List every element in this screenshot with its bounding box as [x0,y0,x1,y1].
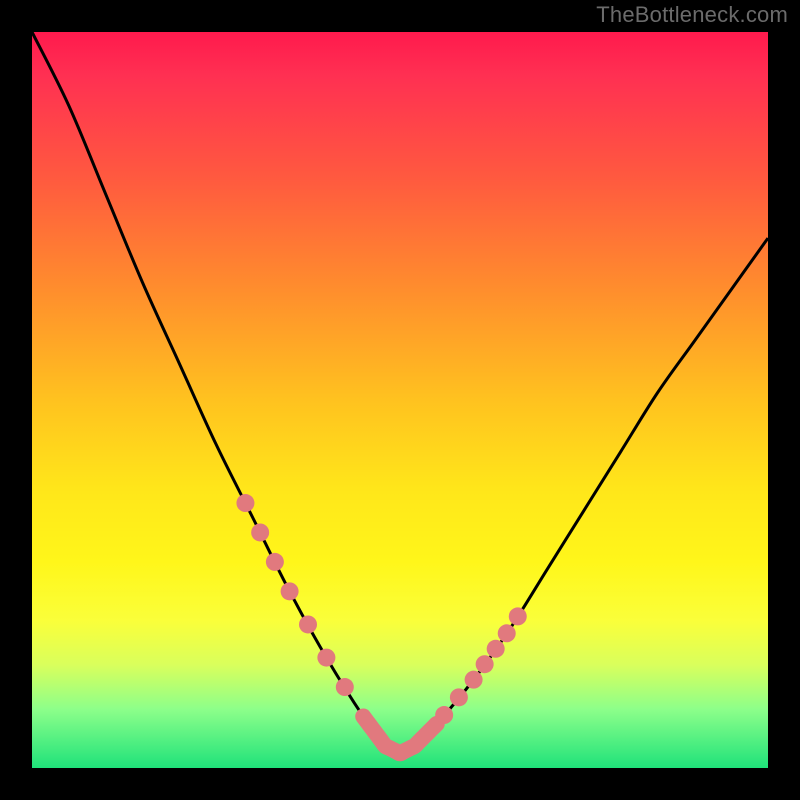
curve-marker [498,624,516,642]
curve-marker [476,655,494,673]
curve-marker [509,607,527,625]
curve-marker [299,615,317,633]
curve-marker [317,649,335,667]
marker-group [236,494,526,724]
curve-marker [435,706,453,724]
outer-frame: TheBottleneck.com [0,0,800,800]
curve-svg [32,32,768,768]
watermark-label: TheBottleneck.com [596,2,788,28]
curve-marker [465,671,483,689]
valley-highlight [363,716,437,753]
curve-marker [266,553,284,571]
curve-marker [236,494,254,512]
curve-marker [251,523,269,541]
curve-marker [487,640,505,658]
bottleneck-curve [32,32,768,753]
curve-marker [450,688,468,706]
curve-marker [281,582,299,600]
curve-marker [336,678,354,696]
plot-area [32,32,768,768]
